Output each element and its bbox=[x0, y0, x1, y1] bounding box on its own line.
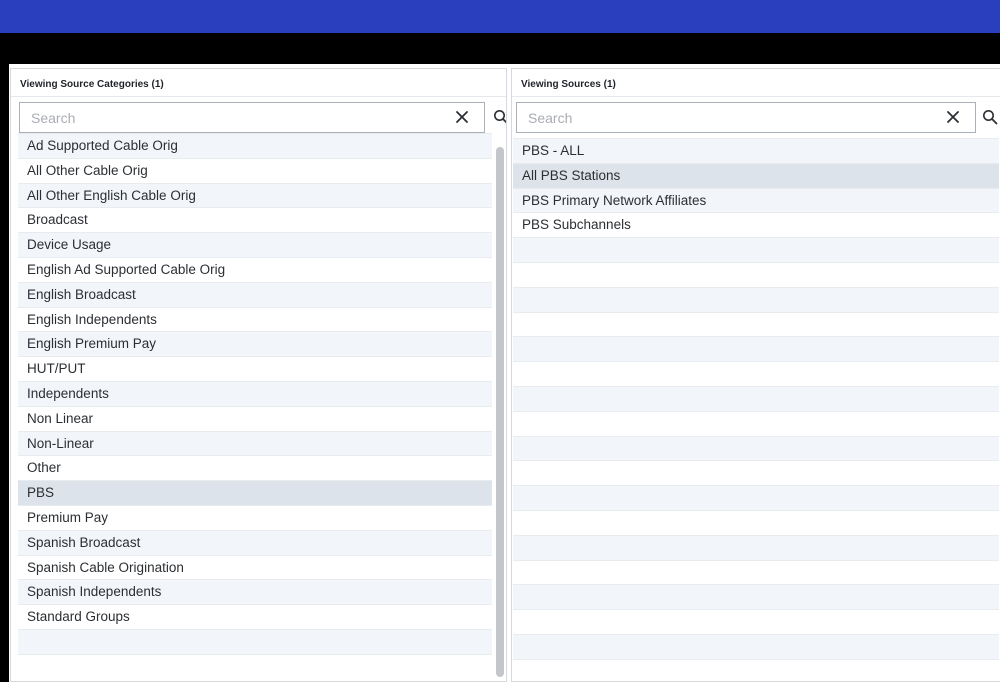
empty-row bbox=[513, 658, 999, 681]
list-item[interactable]: All Other English Cable Orig bbox=[18, 182, 492, 208]
list-item[interactable]: Premium Pay bbox=[18, 504, 492, 530]
list-item[interactable]: Non Linear bbox=[18, 405, 492, 431]
empty-row bbox=[513, 286, 999, 312]
list-item[interactable]: English Premium Pay bbox=[18, 331, 492, 357]
list-item[interactable]: Broadcast bbox=[18, 207, 492, 233]
list-item[interactable]: All PBS Stations bbox=[513, 162, 999, 188]
list-item[interactable]: PBS Subchannels bbox=[513, 212, 999, 238]
window-left-edge bbox=[0, 64, 9, 682]
empty-row bbox=[513, 435, 999, 461]
panel-title: Viewing Sources (1) bbox=[512, 69, 1000, 97]
list-item[interactable]: Spanish Cable Origination bbox=[18, 554, 492, 580]
list-item[interactable]: Independents bbox=[18, 380, 492, 406]
empty-row bbox=[513, 584, 999, 610]
list-item[interactable]: Standard Groups bbox=[18, 604, 492, 629]
empty-row bbox=[513, 237, 999, 262]
list-item[interactable]: Spanish Independents bbox=[18, 579, 492, 605]
search-input[interactable] bbox=[517, 103, 917, 132]
empty-row bbox=[513, 385, 999, 411]
search-field bbox=[516, 102, 976, 133]
list-item[interactable]: English Broadcast bbox=[18, 281, 492, 307]
search-icon[interactable] bbox=[982, 109, 998, 125]
close-icon[interactable] bbox=[454, 109, 470, 125]
empty-row bbox=[513, 460, 999, 486]
empty-row bbox=[513, 534, 999, 560]
empty-row bbox=[513, 361, 999, 386]
empty-row bbox=[513, 410, 999, 436]
list-item[interactable]: Device Usage bbox=[18, 232, 492, 257]
list-item[interactable]: All Other Cable Orig bbox=[18, 157, 492, 183]
viewing-sources-panel: Viewing Sources (1) PBS - ALLAll PBS Sta… bbox=[511, 68, 1000, 682]
list-item[interactable]: English Independents bbox=[18, 306, 492, 332]
empty-row bbox=[513, 509, 999, 535]
search-icon[interactable] bbox=[493, 109, 507, 125]
scrollbar[interactable] bbox=[496, 147, 504, 677]
list-item[interactable]: English Ad Supported Cable Orig bbox=[18, 256, 492, 282]
list-item[interactable]: PBS bbox=[18, 480, 492, 505]
list-item[interactable]: HUT/PUT bbox=[18, 356, 492, 381]
empty-row bbox=[513, 633, 999, 659]
search-field bbox=[19, 102, 485, 133]
category-list: Ad Supported Cable Orig All Other Cable O… bbox=[18, 133, 492, 679]
app-toolbar-bar bbox=[0, 33, 1000, 64]
empty-row bbox=[513, 336, 999, 362]
list-item[interactable]: PBS Primary Network Affiliates bbox=[513, 187, 999, 213]
empty-row bbox=[18, 628, 492, 654]
list-item[interactable]: Ad Supported Cable Orig bbox=[18, 133, 492, 158]
empty-row bbox=[513, 609, 999, 634]
empty-row bbox=[513, 261, 999, 287]
empty-row bbox=[513, 485, 999, 510]
list-item[interactable]: Spanish Broadcast bbox=[18, 529, 492, 555]
viewing-source-categories-panel: Viewing Source Categories (1) Ad Support… bbox=[10, 68, 507, 682]
list-item[interactable]: Other bbox=[18, 455, 492, 481]
close-icon[interactable] bbox=[945, 109, 961, 125]
app-header-bar bbox=[0, 0, 1000, 33]
source-list: PBS - ALL All PBS Stations PBS Primary Net… bbox=[513, 138, 999, 681]
empty-row bbox=[18, 653, 492, 679]
panel-title: Viewing Source Categories (1) bbox=[11, 69, 506, 97]
list-item[interactable]: Non-Linear bbox=[18, 430, 492, 456]
empty-row bbox=[513, 311, 999, 337]
search-input[interactable] bbox=[20, 103, 440, 132]
empty-row bbox=[513, 559, 999, 585]
list-item[interactable]: PBS - ALL bbox=[513, 138, 999, 163]
